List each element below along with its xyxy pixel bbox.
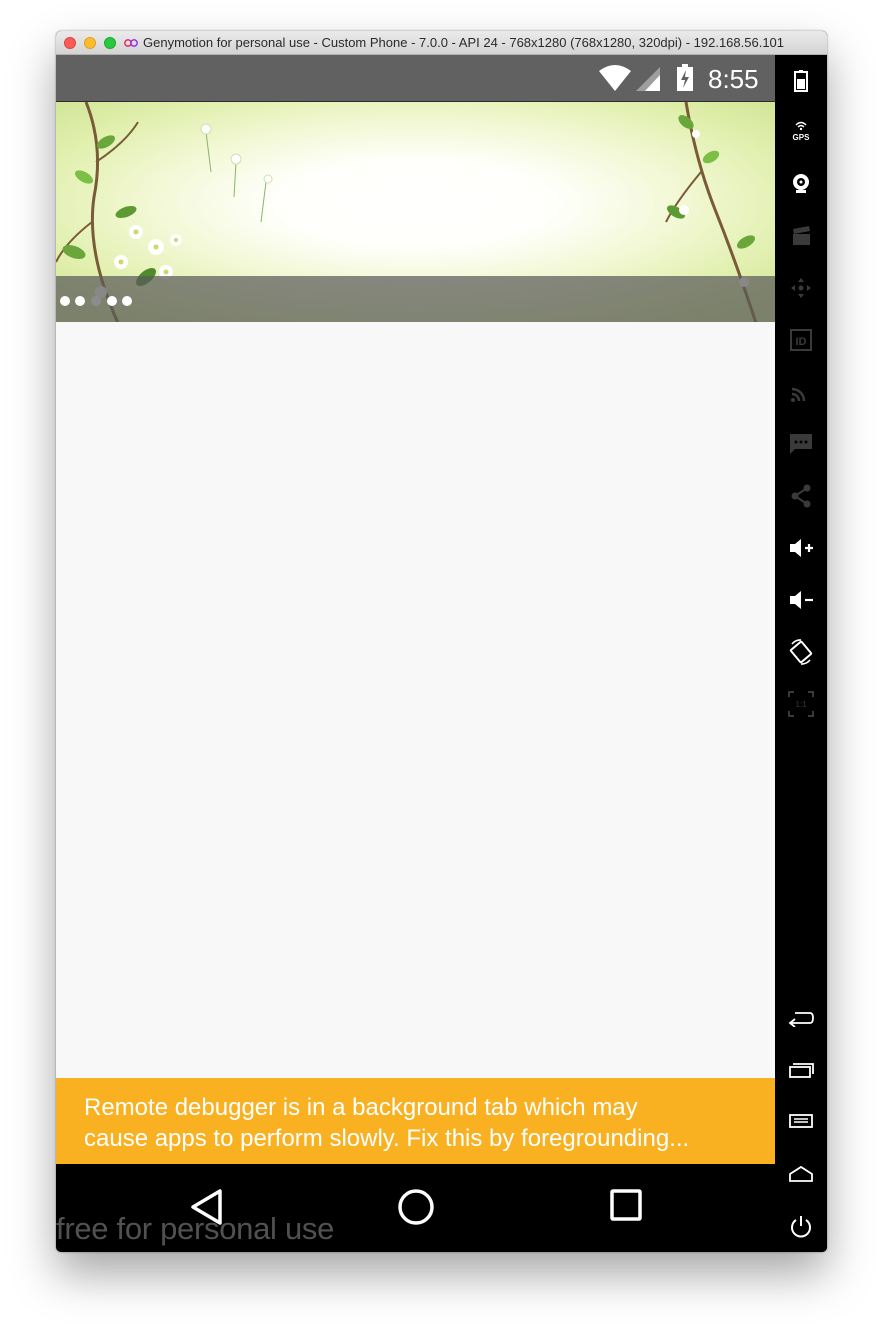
share-icon[interactable]: [788, 483, 814, 509]
volume-down-icon[interactable]: [788, 587, 814, 613]
gps-icon[interactable]: GPS: [788, 118, 814, 144]
cast-icon[interactable]: [788, 379, 814, 405]
warning-line-1: Remote debugger is in a background tab w…: [84, 1094, 638, 1121]
carousel-dot[interactable]: [107, 296, 117, 306]
carousel-dot[interactable]: [60, 296, 70, 306]
camera-icon[interactable]: [788, 170, 814, 196]
gps-label: GPS: [793, 133, 811, 142]
wifi-icon: [599, 65, 631, 91]
genymotion-side-toolbar: GPS ID 1:1: [775, 55, 827, 1252]
side-home-icon[interactable]: [788, 1161, 814, 1187]
app-content-area: [56, 322, 775, 1078]
device-id-label: ID: [796, 336, 807, 348]
clapperboard-icon[interactable]: [788, 223, 814, 249]
android-status-bar: 8:55: [56, 55, 775, 101]
carousel-dot-active[interactable]: [91, 296, 101, 306]
window-title: Genymotion for personal use - Custom Pho…: [143, 35, 785, 50]
volume-up-icon[interactable]: [788, 535, 814, 561]
message-icon[interactable]: [788, 431, 814, 457]
window-titlebar[interactable]: Genymotion for personal use - Custom Pho…: [56, 31, 827, 55]
carousel-dot[interactable]: [75, 296, 85, 306]
close-window-button[interactable]: [64, 37, 76, 49]
android-screen: 8:55 Remote debugger is in a background …: [56, 55, 775, 1252]
carousel-dot[interactable]: [122, 296, 132, 306]
scale-label: 1:1: [795, 700, 807, 709]
menu-icon[interactable]: [788, 1109, 814, 1135]
power-icon[interactable]: [788, 1213, 814, 1239]
battery-charging-icon: [677, 64, 693, 91]
cell-signal-icon: [636, 67, 660, 91]
battery-icon[interactable]: [788, 68, 814, 94]
minimize-window-button[interactable]: [84, 37, 96, 49]
recent-apps-icon[interactable]: [788, 1057, 814, 1083]
side-back-icon[interactable]: [788, 1005, 814, 1031]
device-id-icon[interactable]: ID: [788, 327, 814, 353]
emulator-window: Genymotion for personal use - Custom Pho…: [56, 31, 827, 1252]
rotate-icon[interactable]: [788, 639, 814, 665]
image-carousel[interactable]: [56, 101, 775, 322]
home-icon[interactable]: [397, 1188, 435, 1226]
warning-line-2: cause apps to perform slowly. Fix this b…: [84, 1125, 690, 1152]
zoom-window-button[interactable]: [104, 37, 116, 49]
scale-1to1-icon[interactable]: 1:1: [788, 691, 814, 717]
recents-icon[interactable]: [609, 1188, 643, 1222]
dpad-icon[interactable]: [788, 275, 814, 301]
watermark-text: free for personal use: [56, 1211, 335, 1246]
carousel-indicator-bar: [56, 276, 775, 322]
debugger-warning-box[interactable]: Remote debugger is in a background tab w…: [56, 1078, 775, 1164]
status-clock: 8:55: [708, 64, 759, 94]
genymotion-logo-icon: [124, 39, 138, 47]
